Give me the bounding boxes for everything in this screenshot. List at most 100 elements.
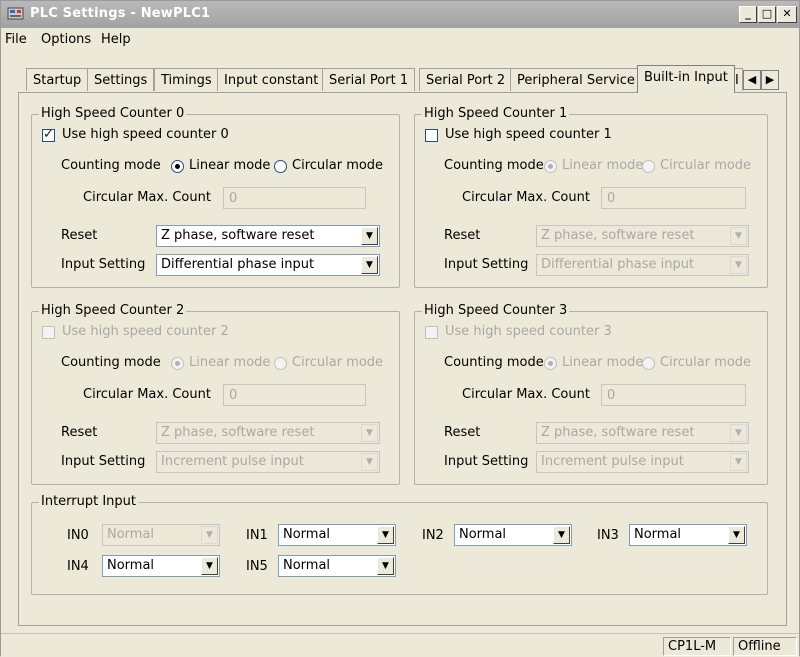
hsc0-reset-value: Z phase, software reset bbox=[161, 228, 315, 243]
in4-value: Normal bbox=[107, 558, 155, 573]
hsc2-input-select[interactable]: Increment pulse input ▼ bbox=[156, 451, 380, 473]
hsc3-reset-value: Z phase, software reset bbox=[541, 425, 695, 440]
hsc2-circular-label: Circular mode bbox=[292, 355, 384, 370]
hsc3-circular-label: Circular mode bbox=[660, 355, 752, 370]
hsc1-group: High Speed Counter 1 Use high speed coun… bbox=[414, 106, 768, 288]
hsc0-use-checkbox[interactable] bbox=[42, 127, 55, 142]
minimize-button[interactable]: _ bbox=[739, 6, 757, 23]
in3-select[interactable]: Normal ▼ bbox=[629, 524, 747, 546]
dropdown-arrow-icon: ▼ bbox=[201, 557, 218, 575]
menu-help[interactable]: Help bbox=[101, 32, 131, 47]
status-connection: Offline bbox=[733, 637, 797, 656]
hsc1-mode-label: Counting mode bbox=[444, 158, 544, 173]
hsc0-circular-radio[interactable] bbox=[274, 160, 287, 173]
hsc3-reset-select[interactable]: Z phase, software reset ▼ bbox=[536, 422, 749, 444]
hsc3-max-input[interactable]: 0 bbox=[601, 384, 746, 406]
hsc2-use-label: Use high speed counter 2 bbox=[62, 324, 229, 339]
hsc0-reset-select[interactable]: Z phase, software reset ▼ bbox=[156, 225, 380, 247]
in0-value: Normal bbox=[107, 527, 155, 542]
hsc2-max-input[interactable]: 0 bbox=[223, 384, 366, 406]
app-icon bbox=[7, 7, 24, 20]
hsc2-circular-radio[interactable] bbox=[274, 357, 287, 370]
hsc2-reset-label: Reset bbox=[61, 425, 98, 440]
dropdown-arrow-icon: ▼ bbox=[377, 557, 394, 575]
hsc1-max-input[interactable]: 0 bbox=[601, 187, 746, 209]
in0-select[interactable]: Normal ▼ bbox=[102, 524, 220, 546]
hsc1-use-checkbox[interactable] bbox=[425, 129, 438, 142]
hsc0-linear-label: Linear mode bbox=[189, 158, 271, 173]
hsc1-linear-radio[interactable] bbox=[544, 160, 557, 173]
status-model: CP1L-M bbox=[663, 637, 731, 656]
in4-select[interactable]: Normal ▼ bbox=[102, 555, 220, 577]
hsc3-use-checkbox[interactable] bbox=[425, 326, 438, 339]
tab-built-in-input[interactable]: Built-in Input bbox=[637, 65, 735, 93]
tab-scroll-left-icon[interactable]: ◀ bbox=[743, 70, 761, 90]
hsc2-input-label: Input Setting bbox=[61, 454, 146, 469]
hsc0-use-label: Use high speed counter 0 bbox=[62, 127, 229, 142]
menu-file[interactable]: File bbox=[5, 32, 27, 47]
hsc0-input-label: Input Setting bbox=[61, 257, 146, 272]
menu-options[interactable]: Options bbox=[41, 32, 91, 47]
hsc1-circular-label: Circular mode bbox=[660, 158, 752, 173]
hsc2-title: High Speed Counter 2 bbox=[39, 303, 187, 318]
hsc0-reset-label: Reset bbox=[61, 228, 98, 243]
in3-label: IN3 bbox=[597, 528, 619, 543]
hsc2-linear-label: Linear mode bbox=[189, 355, 271, 370]
hsc3-max-label: Circular Max. Count bbox=[462, 387, 590, 402]
hsc1-input-select[interactable]: Differential phase input ▼ bbox=[536, 254, 749, 276]
tab-timings[interactable]: Timings bbox=[154, 68, 219, 91]
hsc3-mode-label: Counting mode bbox=[444, 355, 544, 370]
hsc1-use-label: Use high speed counter 1 bbox=[445, 127, 612, 142]
hsc3-circular-radio[interactable] bbox=[642, 357, 655, 370]
hsc3-group: High Speed Counter 3 Use high speed coun… bbox=[414, 303, 768, 485]
dropdown-arrow-icon: ▼ bbox=[361, 256, 378, 274]
hsc2-use-checkbox[interactable] bbox=[42, 326, 55, 339]
in2-select[interactable]: Normal ▼ bbox=[454, 524, 572, 546]
hsc0-max-input[interactable]: 0 bbox=[223, 187, 366, 209]
tab-serial-port-2[interactable]: Serial Port 2 bbox=[419, 68, 513, 91]
hsc1-reset-select[interactable]: Z phase, software reset ▼ bbox=[536, 225, 749, 247]
in3-value: Normal bbox=[634, 527, 682, 542]
in4-label: IN4 bbox=[67, 559, 89, 574]
hsc0-circular-label: Circular mode bbox=[292, 158, 384, 173]
hsc0-input-select[interactable]: Differential phase input ▼ bbox=[156, 254, 380, 276]
tab-input-constant[interactable]: Input constant bbox=[217, 68, 326, 91]
hsc2-input-value: Increment pulse input bbox=[161, 454, 304, 469]
hsc0-linear-radio[interactable] bbox=[171, 160, 184, 173]
hsc2-linear-radio[interactable] bbox=[171, 357, 184, 370]
hsc3-reset-label: Reset bbox=[444, 425, 481, 440]
dropdown-arrow-icon: ▼ bbox=[730, 424, 747, 442]
hsc3-input-label: Input Setting bbox=[444, 454, 529, 469]
dropdown-arrow-icon: ▼ bbox=[730, 453, 747, 471]
tab-startup[interactable]: Startup bbox=[26, 68, 89, 91]
interrupt-title: Interrupt Input bbox=[39, 494, 139, 509]
hsc1-circular-radio[interactable] bbox=[642, 160, 655, 173]
tab-serial-port-1[interactable]: Serial Port 1 bbox=[322, 68, 416, 91]
tab-settings[interactable]: Settings bbox=[87, 68, 155, 91]
hsc3-input-select[interactable]: Increment pulse input ▼ bbox=[536, 451, 749, 473]
hsc2-group: High Speed Counter 2 Use high speed coun… bbox=[31, 303, 400, 485]
in2-value: Normal bbox=[459, 527, 507, 542]
in5-select[interactable]: Normal ▼ bbox=[278, 555, 396, 577]
maximize-button[interactable]: □ bbox=[758, 6, 776, 23]
dropdown-arrow-icon: ▼ bbox=[377, 526, 394, 544]
hsc2-reset-select[interactable]: Z phase, software reset ▼ bbox=[156, 422, 380, 444]
hsc1-linear-label: Linear mode bbox=[562, 158, 644, 173]
hsc1-reset-value: Z phase, software reset bbox=[541, 228, 695, 243]
in0-label: IN0 bbox=[67, 528, 89, 543]
hsc0-mode-label: Counting mode bbox=[61, 158, 161, 173]
in1-select[interactable]: Normal ▼ bbox=[278, 524, 396, 546]
hsc1-reset-label: Reset bbox=[444, 228, 481, 243]
tab-peripheral-service[interactable]: Peripheral Service bbox=[510, 68, 642, 91]
built-in-input-panel: High Speed Counter 0 Use high speed coun… bbox=[18, 92, 787, 626]
tab-strip: Startup Settings Timings Input constant … bbox=[1, 65, 799, 93]
hsc3-linear-radio[interactable] bbox=[544, 357, 557, 370]
hsc2-reset-value: Z phase, software reset bbox=[161, 425, 315, 440]
dropdown-arrow-icon: ▼ bbox=[361, 453, 378, 471]
tab-scroll-right-icon[interactable]: ▶ bbox=[761, 70, 779, 90]
interrupt-input-group: Interrupt Input IN0 Normal ▼ IN1 Normal … bbox=[31, 494, 768, 595]
dropdown-arrow-icon: ▼ bbox=[553, 526, 570, 544]
close-button[interactable]: ✕ bbox=[777, 6, 797, 23]
in5-label: IN5 bbox=[246, 559, 268, 574]
hsc0-title: High Speed Counter 0 bbox=[39, 106, 187, 121]
